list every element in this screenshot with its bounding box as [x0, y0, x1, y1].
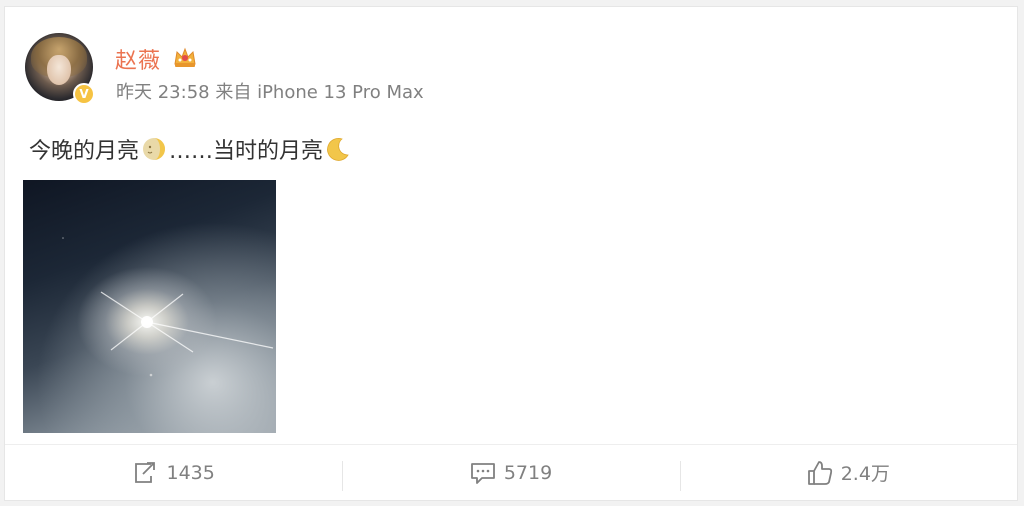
post-time[interactable]: 昨天 23:58: [116, 82, 210, 103]
crescent-moon-icon: [327, 138, 349, 161]
avatar-face: [47, 55, 71, 85]
repost-icon: [135, 461, 156, 483]
comment-count: 5719: [503, 461, 553, 484]
comment-button[interactable]: 5719: [342, 445, 679, 500]
crown-icon[interactable]: [172, 45, 198, 69]
like-count: 2.4万: [840, 463, 890, 485]
like-button[interactable]: 2.4万: [679, 445, 1017, 500]
source-prefix: 来自: [215, 82, 252, 103]
moon-flare-graphic: [62, 237, 274, 377]
weibo-post-card: V 赵薇 昨天 23:58 来自 iPhone 13 Pro Max 今晚的月亮…: [4, 6, 1018, 501]
verified-badge-icon: V: [73, 83, 95, 105]
post-text: 今晚的月亮 ……当时的月亮: [29, 133, 353, 165]
post-source[interactable]: iPhone 13 Pro Max: [257, 82, 424, 103]
post-text-part1: 今晚的月亮: [29, 139, 140, 164]
post-text-part2: ……当时的月亮: [169, 139, 324, 164]
repost-button[interactable]: 1435: [5, 445, 342, 500]
repost-count: 1435: [166, 461, 215, 484]
post-photo[interactable]: [23, 180, 276, 433]
post-meta: 昨天 23:58 来自 iPhone 13 Pro Max: [116, 78, 424, 104]
author-name[interactable]: 赵薇: [115, 43, 161, 75]
action-bar: 1435 5719 2.4万: [5, 445, 1017, 500]
waxing-moon-face-icon: [143, 138, 166, 160]
thumbs-up-icon: [807, 460, 832, 485]
comment-icon: [470, 462, 495, 484]
